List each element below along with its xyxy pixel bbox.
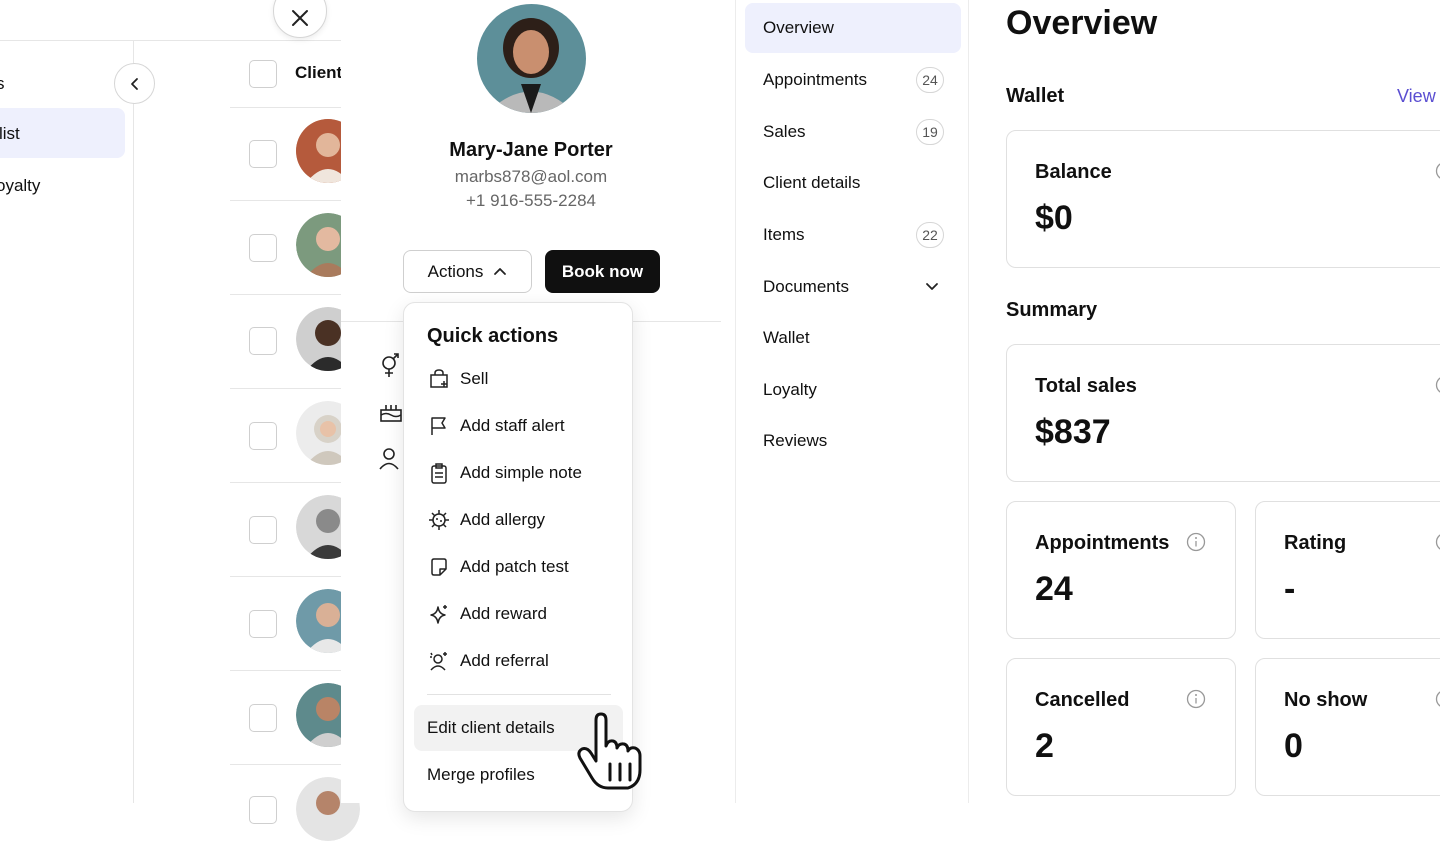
total-sales-value: $837 <box>1035 413 1111 452</box>
section-nav-client-details[interactable]: Client details <box>745 158 961 208</box>
cancelled-value: 2 <box>1035 727 1054 766</box>
row-checkbox[interactable] <box>249 140 277 168</box>
row-checkbox[interactable] <box>249 516 277 544</box>
count-badge: 19 <box>916 119 944 145</box>
birthday-cake-icon <box>378 398 404 424</box>
appointments-label: Appointments <box>1035 532 1169 555</box>
section-nav-documents[interactable]: Documents <box>745 262 961 312</box>
count-badge: 24 <box>916 67 944 93</box>
client-email: marbs878@aol.com <box>341 167 721 187</box>
divider <box>427 694 611 695</box>
client-phone: +1 916-555-2284 <box>341 191 721 211</box>
profile-avatar <box>477 4 586 113</box>
chevron-down-icon <box>925 279 939 293</box>
menu-item-add-reward[interactable]: Add reward <box>404 594 634 634</box>
sidebar-item-client-list[interactable]: list <box>0 124 20 144</box>
menu-item-sell[interactable]: Sell <box>404 359 634 399</box>
info-icon[interactable] <box>1186 689 1206 709</box>
no-show-card: No show 0 <box>1255 658 1440 796</box>
section-nav-wallet[interactable]: Wallet <box>745 313 961 363</box>
total-sales-card: Total sales $837 <box>1006 344 1440 482</box>
info-icon[interactable] <box>1435 375 1440 395</box>
row-checkbox[interactable] <box>249 327 277 355</box>
info-icon[interactable] <box>1435 689 1440 709</box>
menu-item-add-patch-test[interactable]: Add patch test <box>404 547 634 587</box>
clipboard-icon <box>428 462 450 484</box>
rating-value: - <box>1284 570 1295 609</box>
section-nav-overview[interactable]: Overview <box>745 3 961 53</box>
sticky-note-icon <box>428 556 450 578</box>
virus-icon <box>428 509 450 531</box>
sparkle-icon <box>428 603 450 625</box>
menu-item-add-allergy[interactable]: Add allergy <box>404 500 634 540</box>
menu-item-add-simple-note[interactable]: Add simple note <box>404 453 634 493</box>
rating-card: Rating - <box>1255 501 1440 639</box>
wallet-heading: Wallet <box>1006 85 1064 108</box>
info-icon[interactable] <box>1435 532 1440 552</box>
no-show-label: No show <box>1284 689 1367 712</box>
divider <box>0 40 341 41</box>
cancelled-label: Cancelled <box>1035 689 1129 712</box>
divider <box>230 200 341 201</box>
collapse-sidebar-button[interactable] <box>114 63 155 104</box>
row-checkbox[interactable] <box>249 704 277 732</box>
section-nav-appointments[interactable]: Appointments 24 <box>745 55 961 105</box>
flag-icon <box>428 415 450 437</box>
section-nav-loyalty[interactable]: Loyalty <box>745 365 961 415</box>
client-section-nav: Overview Appointments 24 Sales 19 Client… <box>735 0 969 803</box>
rating-label: Rating <box>1284 532 1346 555</box>
balance-value: $0 <box>1035 199 1073 238</box>
appointments-card: Appointments 24 <box>1006 501 1236 639</box>
sidebar-item-loyalty[interactable]: oyalty <box>0 176 40 196</box>
column-header-client[interactable]: Client <box>295 63 342 83</box>
info-icon[interactable] <box>1435 161 1440 181</box>
select-all-checkbox[interactable] <box>249 60 277 88</box>
count-badge: 22 <box>916 222 944 248</box>
gender-icon <box>378 352 402 378</box>
client-name: Mary-Jane Porter <box>341 139 721 162</box>
menu-item-add-staff-alert[interactable]: Add staff alert <box>404 406 634 446</box>
balance-card: Balance $0 <box>1006 130 1440 268</box>
bag-plus-icon <box>428 368 450 390</box>
user-sparkle-icon <box>428 650 450 672</box>
divider <box>230 576 341 577</box>
close-icon <box>290 8 310 28</box>
quick-actions-title: Quick actions <box>427 325 558 348</box>
book-now-button[interactable]: Book now <box>545 250 660 293</box>
section-nav-sales[interactable]: Sales 19 <box>745 107 961 157</box>
appointments-value: 24 <box>1035 570 1073 609</box>
info-icon[interactable] <box>1186 532 1206 552</box>
cancelled-card: Cancelled 2 <box>1006 658 1236 796</box>
row-checkbox[interactable] <box>249 610 277 638</box>
actions-label: Actions <box>428 262 484 282</box>
divider <box>230 670 341 671</box>
overview-panel: Overview Wallet View w Balance $0 Summar… <box>970 0 1440 803</box>
no-show-value: 0 <box>1284 727 1303 766</box>
divider <box>230 107 341 108</box>
sidebar-item-partial[interactable]: s <box>0 74 5 94</box>
divider <box>230 764 341 765</box>
divider <box>230 482 341 483</box>
total-sales-label: Total sales <box>1035 375 1137 398</box>
divider <box>230 388 341 389</box>
chevron-left-icon <box>128 77 142 91</box>
close-button[interactable] <box>273 0 327 38</box>
actions-dropdown-button[interactable]: Actions <box>403 250 532 293</box>
divider <box>230 294 341 295</box>
chevron-up-icon <box>493 265 507 279</box>
divider <box>133 41 134 803</box>
balance-label: Balance <box>1035 161 1112 184</box>
row-checkbox[interactable] <box>249 422 277 450</box>
menu-item-add-referral[interactable]: Add referral <box>404 641 634 681</box>
section-nav-items[interactable]: Items 22 <box>745 210 961 260</box>
user-plus-icon <box>378 446 404 472</box>
view-wallet-link[interactable]: View w <box>1397 86 1440 107</box>
row-checkbox[interactable] <box>249 796 277 824</box>
summary-heading: Summary <box>1006 299 1097 322</box>
section-nav-reviews[interactable]: Reviews <box>745 416 961 466</box>
row-checkbox[interactable] <box>249 234 277 262</box>
hand-cursor-icon <box>574 712 648 792</box>
client-list-background: s list oyalty Client <box>0 0 341 803</box>
page-title: Overview <box>1006 4 1157 43</box>
